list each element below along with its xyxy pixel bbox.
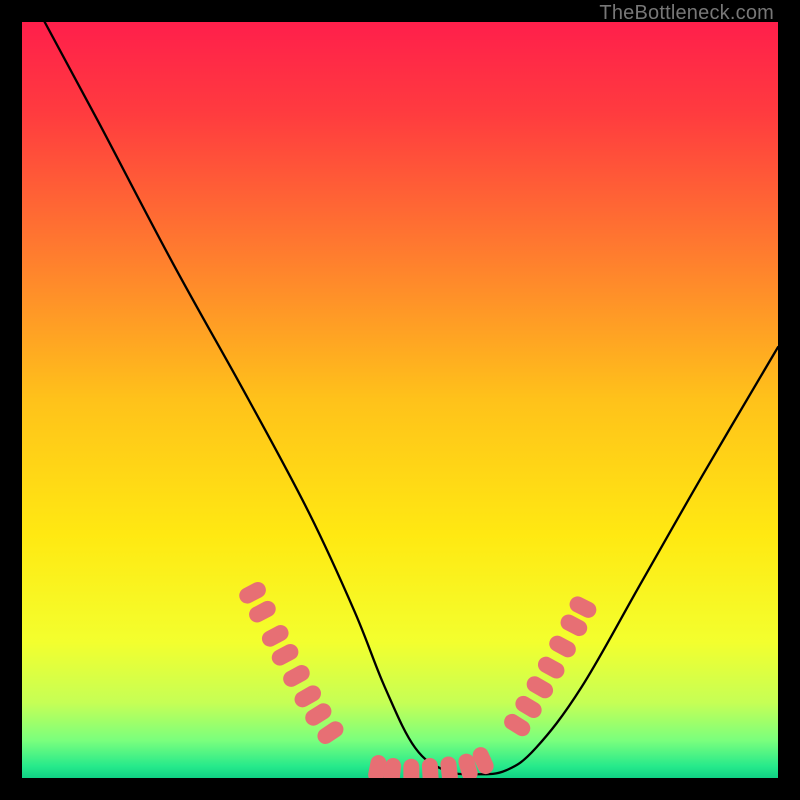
gradient-rect bbox=[22, 22, 778, 778]
bottleneck-chart bbox=[22, 22, 778, 778]
chart-frame bbox=[22, 22, 778, 778]
highlight-marker bbox=[403, 759, 419, 778]
